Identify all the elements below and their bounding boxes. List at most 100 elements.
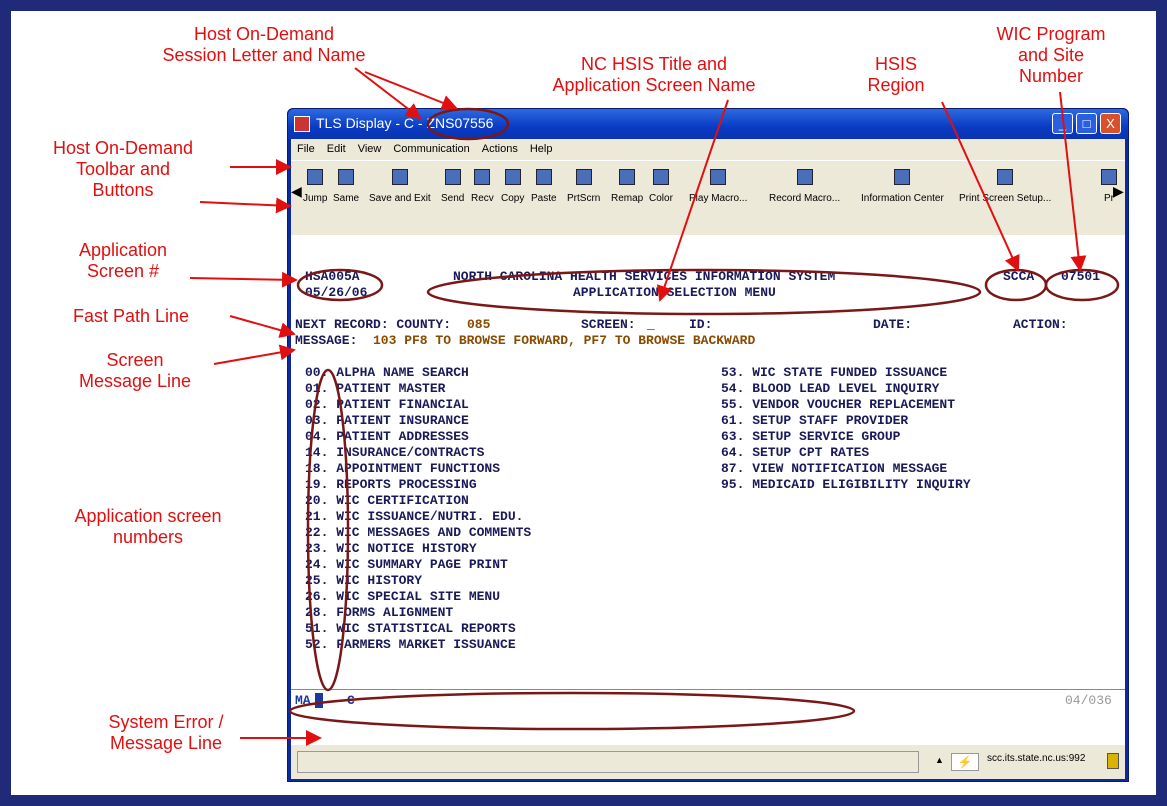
toolbar-info-center-button[interactable]: Information Center	[861, 169, 944, 204]
message-text: 103 PF8 TO BROWSE FORWARD, PF7 TO BROWSE…	[373, 333, 756, 348]
cursor-block	[315, 693, 323, 708]
toolbar-prtscrn-button[interactable]: PrtScrn	[567, 169, 600, 204]
recv-icon	[474, 169, 491, 185]
screen-label: SCREEN:	[581, 317, 636, 332]
oia-status: MA	[295, 693, 311, 708]
menu-option-left[interactable]: 04. PATIENT ADDRESSES	[305, 429, 531, 445]
tls-display-window: TLS Display - C - ZNS07556 _ □ X File Edi…	[287, 108, 1129, 782]
toolbar-color-button[interactable]: Color	[649, 169, 673, 204]
next-record-label: NEXT RECORD: COUNTY:	[295, 317, 452, 332]
menu-option-left[interactable]: 52. FARMERS MARKET ISSUANCE	[305, 637, 531, 653]
toolbar-copy-button[interactable]: Copy	[501, 169, 524, 204]
close-button[interactable]: X	[1100, 113, 1121, 134]
toolbar-save-exit-button[interactable]: Save and Exit	[369, 169, 431, 204]
print-setup-icon	[997, 169, 1014, 185]
print-screen-icon	[575, 169, 592, 185]
menu-option-right[interactable]: 61. SETUP STAFF PROVIDER	[721, 413, 971, 429]
region-code: SCCA	[1003, 269, 1035, 284]
menu-option-left[interactable]: 14. INSURANCE/CONTRACTS	[305, 445, 531, 461]
menu-option-left[interactable]: 01. PATIENT MASTER	[305, 381, 531, 397]
same-icon	[338, 169, 355, 185]
menu-option-left[interactable]: 02. PATIENT FINANCIAL	[305, 397, 531, 413]
host-address: scc.its.state.nc.us:992	[987, 753, 1086, 764]
annotation-system-error: System Error / Message Line	[108, 712, 224, 753]
annotation-screen-message: Screen Message Line	[78, 350, 192, 391]
copy-icon	[504, 169, 521, 185]
menu-option-right[interactable]: 55. VENDOR VOUCHER REPLACEMENT	[721, 397, 971, 413]
toolbar-scroll-right-icon[interactable]: ▶	[1113, 183, 1124, 200]
menu-help[interactable]: Help	[530, 143, 553, 155]
menu-option-left[interactable]: 25. WIC HISTORY	[305, 573, 531, 589]
record-macro-icon	[796, 169, 813, 185]
terminal-screen[interactable]: HSA005A 05/26/06 NORTH CAROLINA HEALTH S…	[291, 235, 1125, 745]
menu-bar: File Edit View Communication Actions Help	[291, 139, 1125, 160]
menu-option-right[interactable]: 64. SETUP CPT RATES	[721, 445, 971, 461]
annotation-site: WIC Program and Site Number	[996, 24, 1106, 86]
menu-actions[interactable]: Actions	[482, 143, 518, 155]
status-up-icon[interactable]: ▲	[935, 755, 944, 765]
save-exit-icon	[391, 169, 408, 185]
menu-option-left[interactable]: 20. WIC CERTIFICATION	[305, 493, 531, 509]
menu-option-left[interactable]: 51. WIC STATISTICAL REPORTS	[305, 621, 531, 637]
toolbar-record-macro-button[interactable]: Record Macro...	[769, 169, 840, 204]
menu-view[interactable]: View	[358, 143, 382, 155]
menu-title: APPLICATION SELECTION MENU	[573, 285, 776, 300]
left-menu-list: 00. ALPHA NAME SEARCH 01. PATIENT MASTER 0…	[305, 365, 531, 653]
menu-option-left[interactable]: 00. ALPHA NAME SEARCH	[305, 365, 531, 381]
menu-option-left[interactable]: 24. WIC SUMMARY PAGE PRINT	[305, 557, 531, 573]
connection-icon: ⚡	[951, 753, 979, 771]
menu-option-left[interactable]: 23. WIC NOTICE HISTORY	[305, 541, 531, 557]
toolbar-scroll-left-icon[interactable]: ◀	[291, 183, 302, 200]
message-label: MESSAGE:	[295, 333, 358, 348]
send-icon	[444, 169, 461, 185]
menu-communication[interactable]: Communication	[393, 143, 469, 155]
toolbar-recv-button[interactable]: Recv	[471, 169, 494, 204]
toolbar-send-button[interactable]: Send	[441, 169, 464, 204]
maximize-button[interactable]: □	[1076, 113, 1097, 134]
lock-icon	[1107, 753, 1119, 769]
annotation-app-numbers: Application screen numbers	[74, 506, 222, 547]
annotation-fast-path: Fast Path Line	[72, 306, 190, 326]
screen-id: HSA005A	[305, 269, 360, 284]
menu-option-right[interactable]: 87. VIEW NOTIFICATION MESSAGE	[721, 461, 971, 477]
screen-date: 05/26/06	[305, 285, 368, 300]
menu-option-right[interactable]: 53. WIC STATE FUNDED ISSUANCE	[721, 365, 971, 381]
site-number: 07501	[1061, 269, 1101, 284]
toolbar-play-macro-button[interactable]: Play Macro...	[689, 169, 747, 204]
menu-option-left[interactable]: 03. PATIENT INSURANCE	[305, 413, 531, 429]
toolbar-same-button[interactable]: Same	[333, 169, 359, 204]
menu-option-right[interactable]: 63. SETUP SERVICE GROUP	[721, 429, 971, 445]
toolbar: ◀ Jump Same Save and Exit Send Recv Copy…	[291, 160, 1125, 235]
menu-option-left[interactable]: 22. WIC MESSAGES AND COMMENTS	[305, 525, 531, 541]
menu-option-left[interactable]: 21. WIC ISSUANCE/NUTRI. EDU.	[305, 509, 531, 525]
info-center-icon	[894, 169, 911, 185]
toolbar-paste-button[interactable]: Paste	[531, 169, 557, 204]
id-label: ID:	[689, 317, 713, 332]
toolbar-remap-button[interactable]: Remap	[611, 169, 643, 204]
menu-option-left[interactable]: 18. APPOINTMENT FUNCTIONS	[305, 461, 531, 477]
menu-edit[interactable]: Edit	[327, 143, 346, 155]
annotation-toolbar: Host On-Demand Toolbar and Buttons	[52, 138, 194, 200]
menu-option-left[interactable]: 19. REPORTS PROCESSING	[305, 477, 531, 493]
screen-field[interactable]: _	[647, 317, 655, 333]
minimize-button[interactable]: _	[1052, 113, 1073, 134]
menu-file[interactable]: File	[297, 143, 315, 155]
county-value[interactable]: 085	[467, 317, 490, 333]
annotation-region: HSIS Region	[867, 54, 925, 95]
status-message-box	[297, 751, 919, 773]
menu-option-right[interactable]: 95. MEDICAID ELIGIBILITY INQUIRY	[721, 477, 971, 493]
system-title: NORTH CAROLINA HEALTH SERVICES INFORMATI…	[453, 269, 836, 284]
toolbar-print-setup-button[interactable]: Print Screen Setup...	[959, 169, 1051, 204]
color-icon	[652, 169, 669, 185]
status-bar: ▲ ⚡ scc.its.state.nc.us:992	[291, 745, 1125, 779]
window-title: TLS Display - C - ZNS07556	[316, 115, 494, 131]
menu-option-left[interactable]: 26. WIC SPECIAL SITE MENU	[305, 589, 531, 605]
annotation-title: NC HSIS Title and Application Screen Nam…	[552, 54, 756, 95]
toolbar-jump-button[interactable]: Jump	[303, 169, 327, 204]
menu-option-left[interactable]: 28. FORMS ALIGNMENT	[305, 605, 531, 621]
annotation-session: Host On-Demand Session Letter and Name	[162, 24, 366, 65]
paste-icon	[535, 169, 552, 185]
menu-option-right[interactable]: 54. BLOOD LEAD LEVEL INQUIRY	[721, 381, 971, 397]
title-bar[interactable]: TLS Display - C - ZNS07556 _ □ X	[288, 109, 1128, 139]
oia-divider	[291, 689, 1125, 690]
